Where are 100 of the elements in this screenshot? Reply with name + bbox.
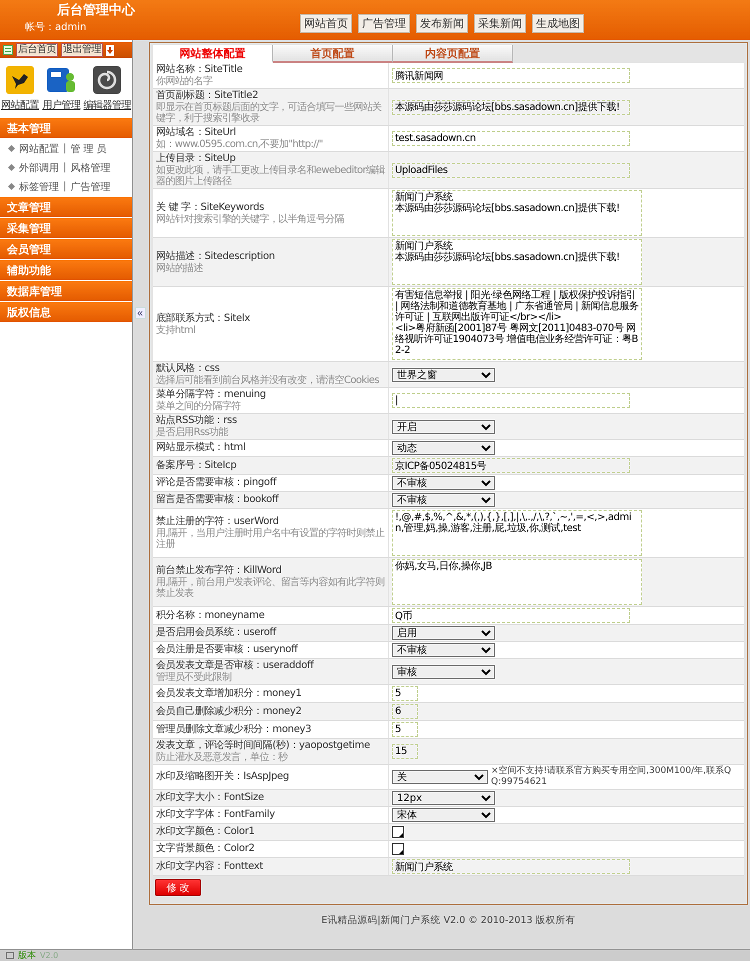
setting-hint: 支持html [156, 324, 196, 336]
setting-hint: 选择后可能看到前台风格并没有改变，请清空Cookies [156, 375, 380, 386]
submit-button[interactable]: 修 改 [155, 879, 201, 896]
setting-label: 会员发表文章是否审核：useraddoff [156, 660, 315, 672]
setting-label: 水印及缩略图开关：IsAspJpeg [156, 771, 290, 783]
number-field[interactable]: 5 [392, 686, 418, 701]
shortcut-link[interactable]: 网站配置 [1, 66, 39, 112]
collapse-button[interactable]: « [134, 307, 146, 319]
dropdown[interactable]: 审核 [392, 664, 495, 678]
number-field[interactable]: 15 [392, 744, 418, 759]
number-field[interactable]: 5 [392, 722, 418, 737]
dropdown[interactable]: 宋体 [392, 808, 495, 822]
menu-link[interactable]: 标签管理 [19, 180, 59, 194]
setting-hint: 网站针对搜索引擎的关键字，以半角逗号分隔 [156, 214, 346, 224]
setting-label: 网站显示模式：html [156, 442, 246, 454]
menu-link[interactable]: 网站配置 [19, 142, 59, 156]
setting-label: 禁止注册的字符：userWord [156, 516, 280, 528]
nav-button[interactable]: 采集新闻 [474, 14, 526, 33]
text-area[interactable]: 有害短信息举报 | 阳光·绿色网络工程 | 版权保护投诉指引 | 网络法制和道德教育基地 | 广东省通管局 | 新闻信息服务许可证 | 互联网出版许可证</br></li> <li>粤府新函[2001]87号 粤网文[2011]0483-070号 网络视听许可证1904073号 增值电信业务经营许可证：粤B2-2 [392, 288, 642, 360]
color-picker-button[interactable] [392, 826, 404, 838]
setting-label: 站点RSS功能：rss [156, 415, 238, 426]
color-picker-button[interactable] [392, 843, 404, 855]
setting-label: 评论是否需要审核：pingoff [156, 477, 278, 489]
down-arrow-icon[interactable] [106, 44, 114, 56]
separator-text: | [63, 143, 66, 154]
setting-label: 底部联系方式：Sitelx [156, 312, 251, 324]
shortcut-link[interactable]: 用户管理 [42, 66, 80, 112]
setting-label: 是否启用会员系统：useroff [156, 627, 278, 639]
text-field[interactable]: 京ICP备05024815号 [392, 458, 630, 473]
text-area-line: 有害短信息举报 | 阳光·绿色网络工程 | 版权保护投诉指引 | 网络法制和道德教育基地 | 广东省通管局 | 新闻信息服务许可证 | 互联网出版许可证</br></li> [395, 290, 639, 323]
dropdown[interactable]: 不审核 [392, 476, 495, 490]
corner-triangle-icon [399, 850, 403, 854]
panel-icon [3, 45, 13, 55]
text-area-line: <li>粤府新函[2001]87号 粤网文[2011]0483-070号 网络视听许可证1904073号 增值电信业务经营许可证：粤B2-2 [395, 323, 639, 356]
setting-label: 会员自己删除减少积分：money2 [156, 706, 303, 718]
text-field[interactable]: UploadFiles [392, 162, 630, 178]
setting-hint: 菜单之间的分隔字符 [156, 401, 242, 412]
tab[interactable]: 内容页配置 [393, 45, 513, 63]
setting-label: 水印文字内容：Fonttext [156, 860, 264, 872]
setting-label: 上传目录：SiteUp [156, 153, 237, 164]
setting-label: 网站描述：Sitedescription [156, 250, 276, 262]
setting-label: 网站域名：SiteUrl [156, 127, 237, 139]
text-area[interactable]: !,@,#,$,%,^,&,*,(,),{,},[,],|,\,.,/,\,?,`,~,',=,<,>,admin,管理,妈,操,游客,注册,屁,垃圾,你,测试,test [392, 510, 642, 556]
dropdown[interactable]: 世界之窗 [392, 368, 495, 382]
monitor-user-icon [46, 66, 76, 94]
setting-hint: 网站的描述 [156, 262, 204, 274]
sidebar-top-button[interactable]: 退出管理 [61, 43, 103, 57]
nav-button[interactable]: 发布新闻 [416, 14, 468, 33]
nav-button[interactable]: 广告管理 [358, 14, 410, 33]
text-area[interactable]: 新闻门户系统 本源码由莎莎源码论坛[bbs.sasadown.cn]提供下载! [392, 239, 642, 285]
tab[interactable]: 网站整体配置 [153, 45, 273, 63]
text-field[interactable]: 本源码由莎莎源码论坛[bbs.sasadown.cn]提供下载! [392, 100, 630, 114]
text-area-line: 本源码由莎莎源码论坛[bbs.sasadown.cn]提供下载! [395, 203, 620, 214]
sidebar-top-button[interactable]: 后台首页 [16, 43, 58, 57]
menu-link[interactable]: 管 理 员 [70, 142, 107, 156]
setting-label: 菜单分隔字符：menuing [156, 389, 267, 400]
setting-label: 水印文字大小：FontSize [156, 792, 265, 804]
dropdown[interactable]: 不审核 [392, 643, 495, 657]
menu-link[interactable]: 外部调用 [19, 160, 59, 174]
bullet-icon [8, 183, 15, 190]
version-number: V2.0 [40, 951, 58, 960]
text-area-line: 新闻门户系统 [395, 241, 453, 252]
corner-triangle-icon [399, 833, 403, 837]
text-field[interactable]: test.sasadown.cn [392, 131, 630, 146]
setting-hint: 用,隔开，前台用户发表评论、留言等内容如有此字符则禁止发表 [156, 577, 385, 599]
number-field[interactable]: 6 [392, 704, 418, 719]
dropdown[interactable]: 12px [392, 791, 495, 805]
setting-label: 前台禁止发布字符：KillWord [156, 565, 282, 576]
menu-link[interactable]: 风格管理 [70, 160, 110, 174]
menu-link[interactable]: 广告管理 [70, 180, 110, 194]
text-field[interactable]: 腾讯新闻网 [392, 68, 630, 83]
dropdown[interactable]: 启用 [392, 626, 495, 640]
account-label: 帐号：admin [25, 22, 86, 34]
setting-label: 留言是否需要审核：bookoff [156, 494, 280, 506]
setting-label: 水印文字字体：FontFamily [156, 809, 276, 821]
text-area-line: !,@,#,$,%,^,&,*,(,),{,},[,],|,\,.,/,\,?,`,~,',=,<,>,admin,管理,妈,操,游客,注册,屁,垃圾,你,测试,test [395, 512, 632, 534]
setting-label: 文字背景颜色：Color2 [156, 843, 256, 855]
text-field[interactable]: 新闻门户系统 [392, 859, 630, 874]
copyright-text: E讯精品源码|新闻门户系统 V2.0 © 2010-2013 版权所有 [321, 915, 576, 926]
tab[interactable]: 首页配置 [273, 45, 393, 63]
dropdown[interactable]: 关 [392, 770, 488, 784]
text-field[interactable]: | [392, 393, 630, 408]
separator-text: | [63, 162, 66, 173]
setting-hint: 如：www.0595.com.cn,不要加"http://" [156, 139, 324, 150]
nav-button[interactable]: 网站首页 [300, 14, 352, 33]
dropdown[interactable]: 开启 [392, 420, 495, 434]
setting-hint: 是否启用Rss功能 [156, 427, 230, 438]
text-area[interactable]: 新闻门户系统 本源码由莎莎源码论坛[bbs.sasadown.cn]提供下载! [392, 190, 642, 236]
text-area[interactable]: 你妈,女马,日你,操你,JB [392, 559, 642, 605]
dropdown[interactable]: 动态 [392, 441, 495, 455]
setting-hint: 用,隔开，当用户注册时用户名中有设置的字符时则禁止注册 [156, 528, 385, 550]
setting-label: 水印文字颜色：Color1 [156, 826, 256, 838]
setting-label: 首页副标题：SiteTitle2 [156, 90, 260, 102]
nav-button[interactable]: 生成地图 [532, 14, 584, 33]
dropdown[interactable]: 不审核 [392, 493, 495, 507]
setting-label: 默认风格：css [156, 363, 221, 374]
text-field[interactable]: Q币 [392, 608, 630, 623]
setting-hint: 如更改此项，请手工更改上传目录名和ewebeditor编辑器的图片上传路径 [156, 165, 385, 187]
setting-label: 网站名称：SiteTitle [156, 64, 244, 76]
shortcut-link[interactable]: 编辑器管理 [84, 66, 131, 112]
